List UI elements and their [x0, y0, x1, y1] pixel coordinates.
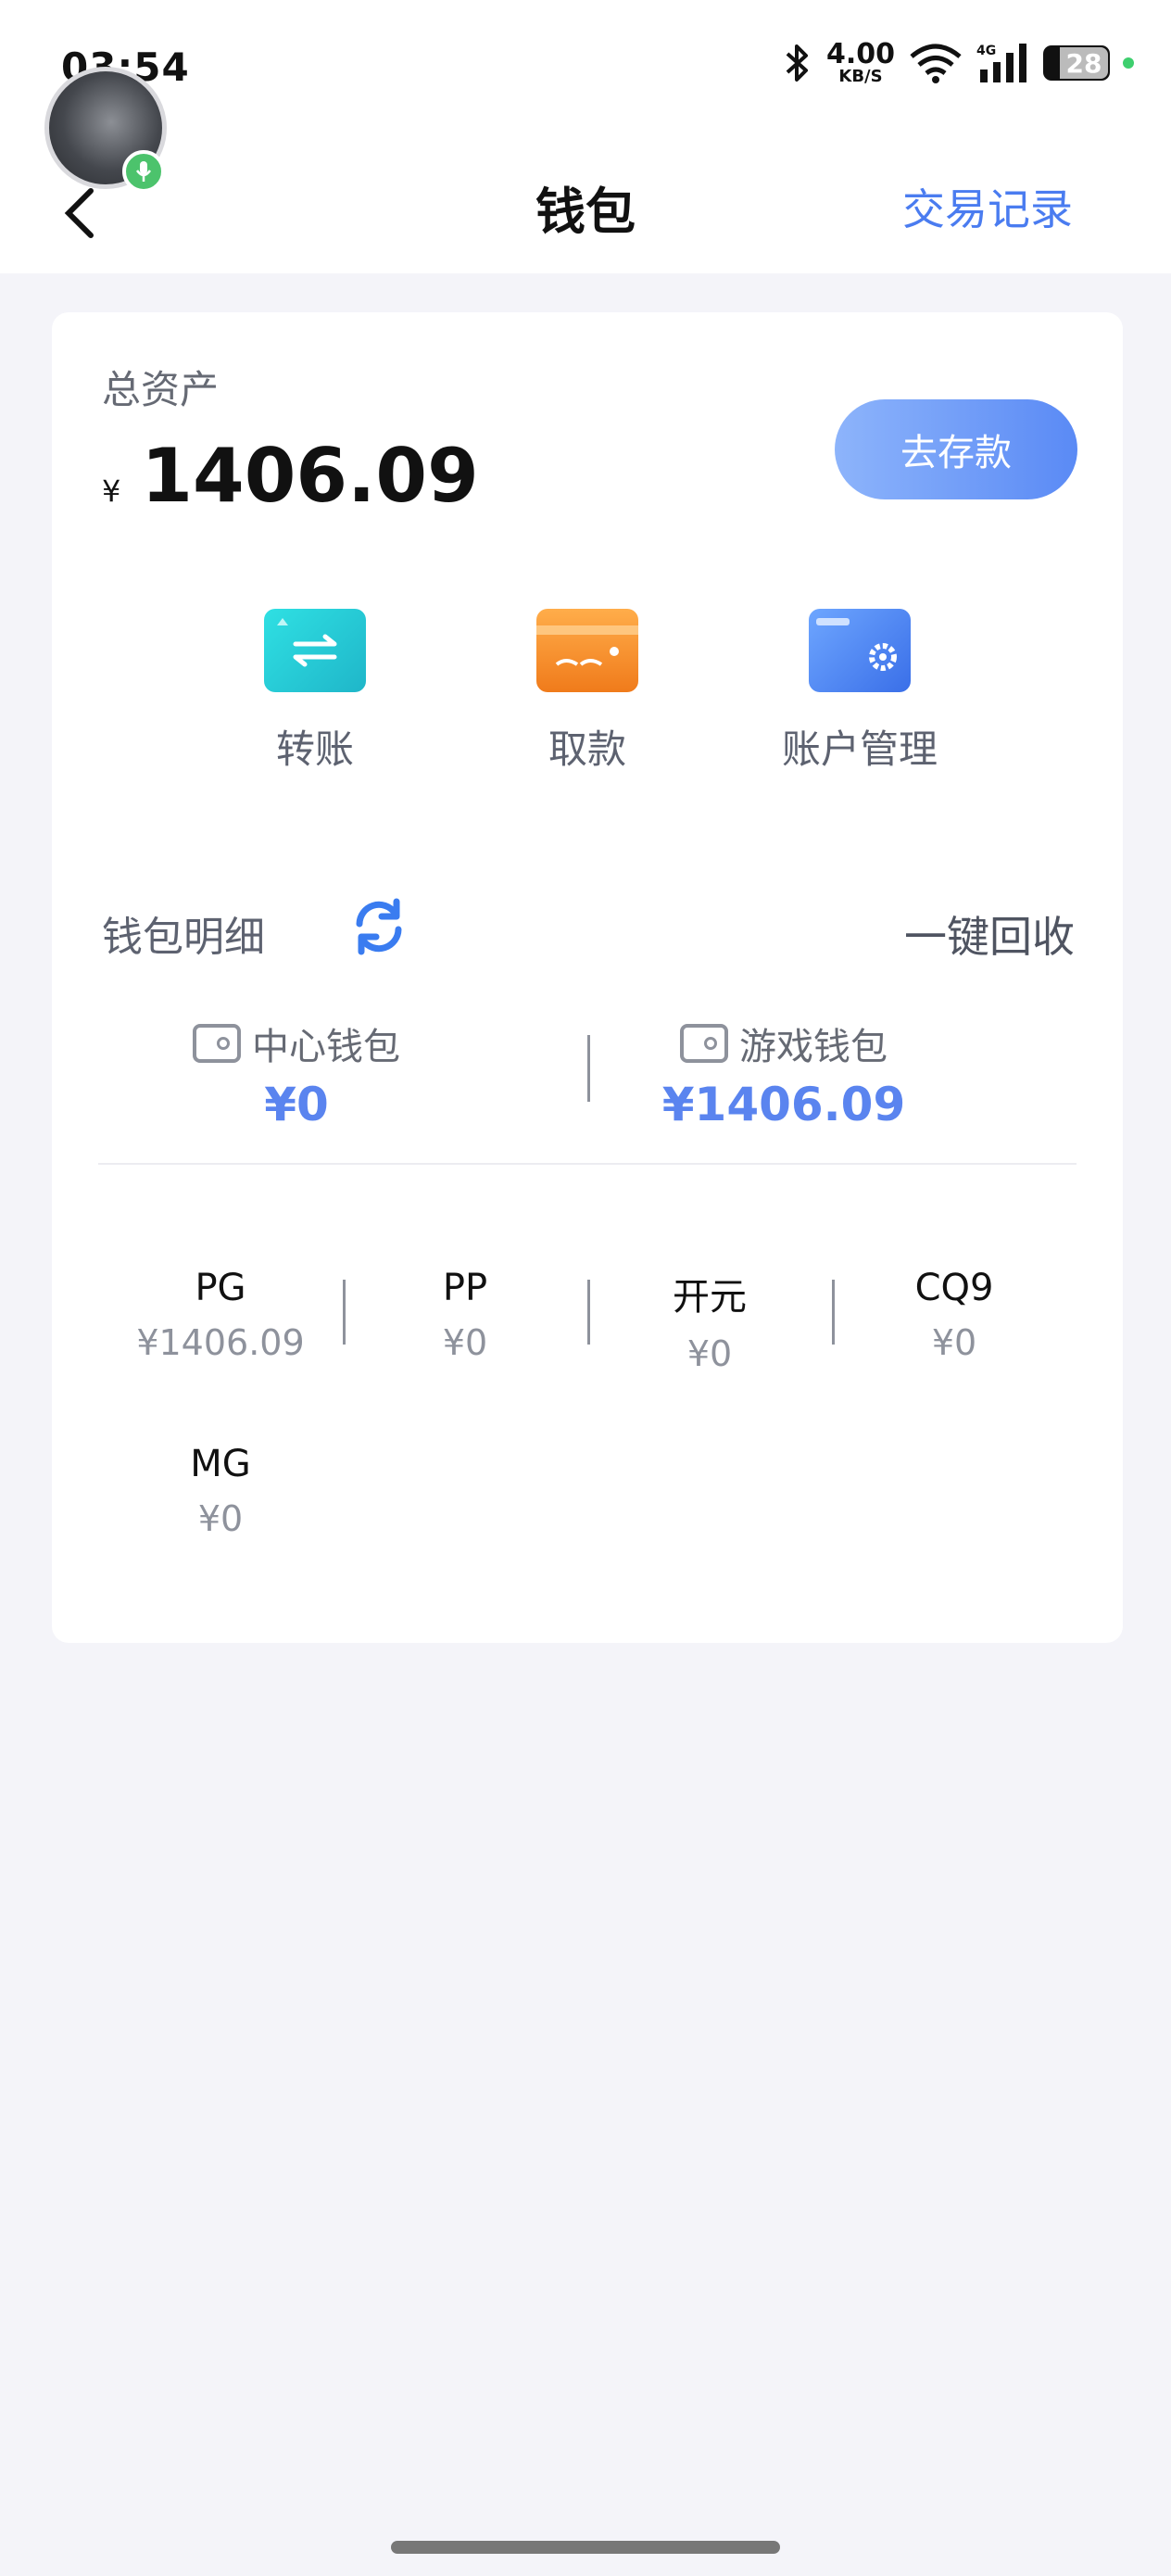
game-name: 开元 [673, 1276, 747, 1319]
cellular-signal-icon: 4G [976, 44, 1026, 82]
game-value: ¥1406.09 [136, 1322, 305, 1363]
center-wallet-value: ¥0 [264, 1078, 329, 1131]
one-click-recycle-button[interactable]: 一键回收 [904, 903, 1075, 965]
wallet-divider [587, 1035, 590, 1102]
status-bar: 03:54 4.00 KB/S 4G 28 [0, 0, 1171, 130]
status-icons: 4.00 KB/S 4G 28 [782, 41, 1134, 85]
withdraw-action[interactable]: 取款 [467, 609, 708, 775]
wallet-icon [193, 1024, 241, 1063]
game-balance-item[interactable]: CQ9 ¥0 [832, 1267, 1077, 1363]
withdraw-card-icon [536, 609, 638, 692]
net-speed: 4.00 KB/S [826, 41, 895, 85]
wallet-icon [680, 1024, 728, 1063]
game-name: CQ9 [914, 1267, 994, 1309]
transfer-icon [264, 609, 366, 692]
battery-icon: 28 [1043, 45, 1110, 81]
game-balance-item[interactable]: MG ¥0 [98, 1443, 343, 1539]
transaction-records-link[interactable]: 交易记录 [902, 176, 1073, 237]
transfer-action[interactable]: 转账 [195, 609, 435, 775]
center-wallet: 中心钱包 ¥0 [102, 1017, 491, 1131]
game-value: ¥0 [931, 1322, 977, 1363]
wallet-detail-row: 钱包明细 一键回收 [102, 896, 1075, 962]
total-assets-value: ¥ 1406.09 [102, 433, 479, 519]
deposit-button[interactable]: 去存款 [835, 399, 1077, 499]
wifi-icon [910, 44, 962, 83]
game-wallet-name: 游戏钱包 [739, 1026, 888, 1068]
game-name: PG [195, 1267, 246, 1309]
game-value: ¥0 [197, 1498, 244, 1539]
game-balance-item[interactable]: PG ¥1406.09 [98, 1267, 343, 1363]
center-wallet-name: 中心钱包 [252, 1026, 400, 1068]
home-indicator[interactable] [391, 2541, 780, 2554]
wallet-card: 总资产 ¥ 1406.09 去存款 转账 取款 账户管理 钱包明细 一键回收 中… [52, 312, 1123, 1643]
account-settings-card-icon [809, 609, 911, 692]
svg-text:4G: 4G [976, 44, 996, 58]
quick-actions: 转账 取款 账户管理 [52, 609, 1123, 776]
game-value: ¥0 [442, 1322, 488, 1363]
currency-symbol: ¥ [102, 474, 121, 509]
header: 钱包 交易记录 [0, 130, 1171, 273]
privacy-indicator-dot [1123, 57, 1134, 69]
game-name: PP [442, 1267, 488, 1309]
game-wallet-value: ¥1406.09 [661, 1078, 906, 1131]
game-value: ¥0 [686, 1333, 733, 1374]
account-management-action[interactable]: 账户管理 [739, 609, 980, 775]
wallet-detail-label: 钱包明细 [102, 914, 265, 961]
section-divider [98, 1163, 1077, 1165]
refresh-icon[interactable] [348, 896, 409, 957]
game-balance-item[interactable]: PP ¥0 [343, 1267, 587, 1363]
net-speed-value: 4.00 [825, 38, 895, 70]
account-management-label: 账户管理 [781, 726, 938, 772]
net-speed-unit: KB/S [838, 67, 883, 86]
total-assets-label: 总资产 [102, 367, 220, 412]
bluetooth-icon [786, 44, 808, 82]
microphone-icon [122, 150, 165, 193]
transfer-label: 转账 [275, 726, 354, 772]
game-name: MG [190, 1443, 251, 1485]
withdraw-label: 取款 [548, 726, 626, 772]
total-amount: 1406.09 [141, 433, 479, 519]
game-wallet: 游戏钱包 ¥1406.09 [589, 1017, 978, 1131]
battery-level: 28 [1060, 47, 1108, 79]
game-balance-item[interactable]: 开元 ¥0 [587, 1267, 832, 1374]
